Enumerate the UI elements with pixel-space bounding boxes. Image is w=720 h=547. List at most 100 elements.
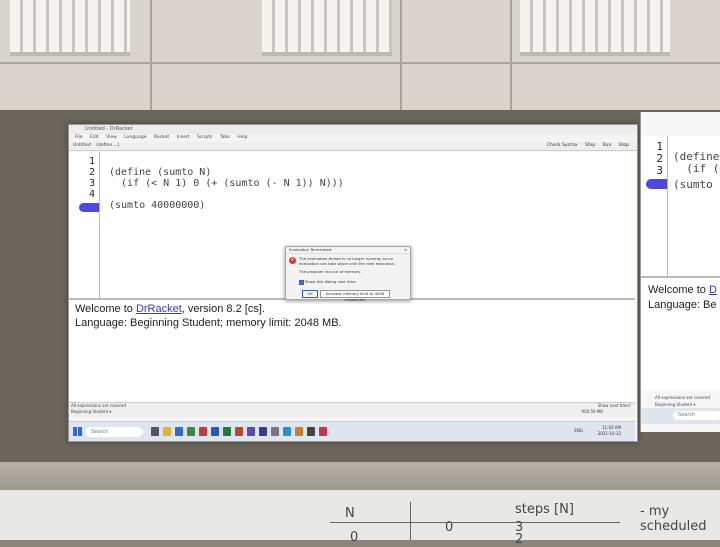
welcome-message: Welcome to DrRacket, version 8.2 [cs]. xyxy=(75,303,265,315)
window-title: Untitled - DrRacket xyxy=(85,126,133,132)
line-number: 2 xyxy=(88,167,95,178)
whiteboard-value: 0 xyxy=(350,530,359,545)
code-line: (if (< N 1) 0 (+ (sumto (- N 1)) N))) xyxy=(109,178,344,189)
menu-racket[interactable]: Racket xyxy=(154,135,169,140)
dialog-detail: The program ran out of memory. xyxy=(299,269,362,274)
app-icon[interactable] xyxy=(295,427,303,436)
projected-screen-main: Untitled - DrRacket File Edit View Langu… xyxy=(68,124,638,442)
welcome-suffix: , version 8.2 [cs]. xyxy=(181,303,265,315)
language-line: Language: Be xyxy=(648,299,717,311)
code-line: (define (sumto N) xyxy=(109,167,212,178)
windows-taskbar: Search 11:03 AM 2021-10-12 ENG xyxy=(69,421,635,441)
welcome-message: Welcome to D xyxy=(648,284,717,296)
taskbar-clock[interactable]: 11:03 AM 2021-10-12 xyxy=(598,425,621,437)
increase-memory-button[interactable]: Increase memory limit to 4096 megabytes xyxy=(320,290,390,302)
chrome-icon[interactable] xyxy=(199,427,207,436)
interactions-window[interactable]: Welcome to DrRacket, version 8.2 [cs]. L… xyxy=(69,300,635,410)
whiteboard-table-line xyxy=(330,522,620,523)
word-icon[interactable] xyxy=(211,427,219,436)
step-button[interactable]: Step xyxy=(585,143,595,148)
language-line: Language: Beginning Student; memory limi… xyxy=(75,317,342,329)
ceiling-light-left xyxy=(10,0,130,56)
whiteboard-steps-label: steps [N] xyxy=(515,502,574,517)
menu-insert[interactable]: Insert xyxy=(177,135,190,140)
welcome-prefix: Welcome to xyxy=(75,303,136,315)
menu-bar: File Edit View Language Racket Insert Sc… xyxy=(69,134,637,142)
show-dialog-checkbox[interactable] xyxy=(299,280,304,285)
dialog-close-icon[interactable]: × xyxy=(404,247,407,253)
whiteboard-n-label: N xyxy=(345,506,355,521)
app-icon[interactable] xyxy=(319,427,327,436)
ceiling-light-right xyxy=(520,0,670,56)
powerpoint-icon[interactable] xyxy=(235,427,243,436)
whiteboard-note: - my scheduled xyxy=(640,504,707,534)
code-line: (sumto xyxy=(673,178,713,191)
welcome-prefix: Welcome to xyxy=(648,284,709,296)
line-number: 1 xyxy=(88,156,95,167)
line-number: 3 xyxy=(88,178,95,189)
whiteboard: N steps [N] - my scheduled 0 3 0 2 xyxy=(0,490,720,547)
stop-button[interactable]: Stop xyxy=(619,143,629,148)
clock-date: 2021-10-12 xyxy=(597,431,621,436)
interactions-window-right: Welcome to D Language: Be xyxy=(641,278,720,390)
teams-icon[interactable] xyxy=(247,427,255,436)
definitions-window-right: 1 2 3 4 (define (if (< (sumto xyxy=(641,136,720,278)
ceiling-grid-line xyxy=(400,0,402,110)
excel-icon[interactable] xyxy=(223,427,231,436)
show-dialog-checkbox-label: Show this dialog next time xyxy=(305,279,356,284)
input-language[interactable]: ENG xyxy=(574,428,583,433)
app-icon[interactable] xyxy=(271,427,279,436)
menu-file[interactable]: File xyxy=(75,135,83,140)
line-number: 4 xyxy=(88,189,95,200)
dialog-title: Evaluation Terminated xyxy=(289,247,332,252)
status-bar: All expressions are covered Beginning St… xyxy=(69,402,635,417)
language-select: Beginning Student ▾ xyxy=(655,402,696,407)
define-dropdown[interactable]: (define ...) xyxy=(96,143,119,148)
menu-view[interactable]: View xyxy=(106,135,117,140)
store-icon[interactable] xyxy=(187,427,195,436)
menu-edit[interactable]: Edit xyxy=(90,135,99,140)
menu-tabs[interactable]: Tabs xyxy=(220,135,230,140)
ok-button[interactable]: OK xyxy=(302,290,318,298)
error-line-highlight xyxy=(79,203,99,212)
drracket-link: D xyxy=(708,284,717,296)
menu-help[interactable]: Help xyxy=(237,135,247,140)
taskbar-search[interactable]: Search xyxy=(85,427,143,437)
whiteboard-ledge xyxy=(0,462,720,492)
window-title-bar: Untitled - DrRacket xyxy=(69,125,637,134)
status-text: All expressions are covered xyxy=(71,403,126,408)
ceiling xyxy=(0,0,720,110)
run-button[interactable]: Run xyxy=(603,143,612,148)
menu-scripts[interactable]: Scripts xyxy=(197,135,212,140)
status-text: All expressions are covered xyxy=(655,395,710,400)
drracket-taskbar-icon[interactable] xyxy=(259,427,267,436)
dialog-title-bar: Evaluation Terminated × xyxy=(286,247,410,254)
show-next-time-hint[interactable]: Show next time? xyxy=(598,403,631,408)
ceiling-grid-line xyxy=(150,0,152,110)
line-number-gutter: 1 2 3 4 xyxy=(641,136,668,276)
windows-start-icon[interactable] xyxy=(73,427,82,436)
file-explorer-icon[interactable] xyxy=(163,427,171,436)
ceiling-grid-line xyxy=(0,62,720,64)
edge-icon[interactable] xyxy=(175,427,183,436)
projected-screen-right: 1 2 3 4 (define (if (< (sumto Welcome to… xyxy=(640,112,720,432)
whiteboard-table-line xyxy=(410,502,411,540)
line-number: 3 xyxy=(656,164,663,177)
dialog-message: The evaluation thread is no longer runni… xyxy=(299,256,396,266)
app-icon[interactable] xyxy=(307,427,315,436)
untitled-dropdown[interactable]: Untitled xyxy=(73,143,91,148)
memory-usage: 904.59 MB xyxy=(581,409,603,414)
menu-language[interactable]: Language xyxy=(124,135,146,140)
task-view-icon[interactable] xyxy=(151,427,159,436)
line-number-gutter: 1 2 3 4 xyxy=(69,152,100,298)
evaluation-terminated-dialog: Evaluation Terminated × × The evaluation… xyxy=(285,246,411,302)
toolbar: Untitled (define ...) Check Syntax Step … xyxy=(69,142,637,151)
check-syntax-button[interactable]: Check Syntax xyxy=(547,143,578,148)
app-icon[interactable] xyxy=(283,427,291,436)
error-icon: × xyxy=(289,257,296,264)
language-select[interactable]: Beginning Student ▾ xyxy=(71,409,111,414)
code-line: (sumto 40000000) xyxy=(109,200,206,211)
taskbar-search: Search xyxy=(673,411,720,420)
drracket-link[interactable]: DrRacket xyxy=(136,303,182,315)
run-buttons: Check Syntax Step Run Stop xyxy=(541,142,629,150)
